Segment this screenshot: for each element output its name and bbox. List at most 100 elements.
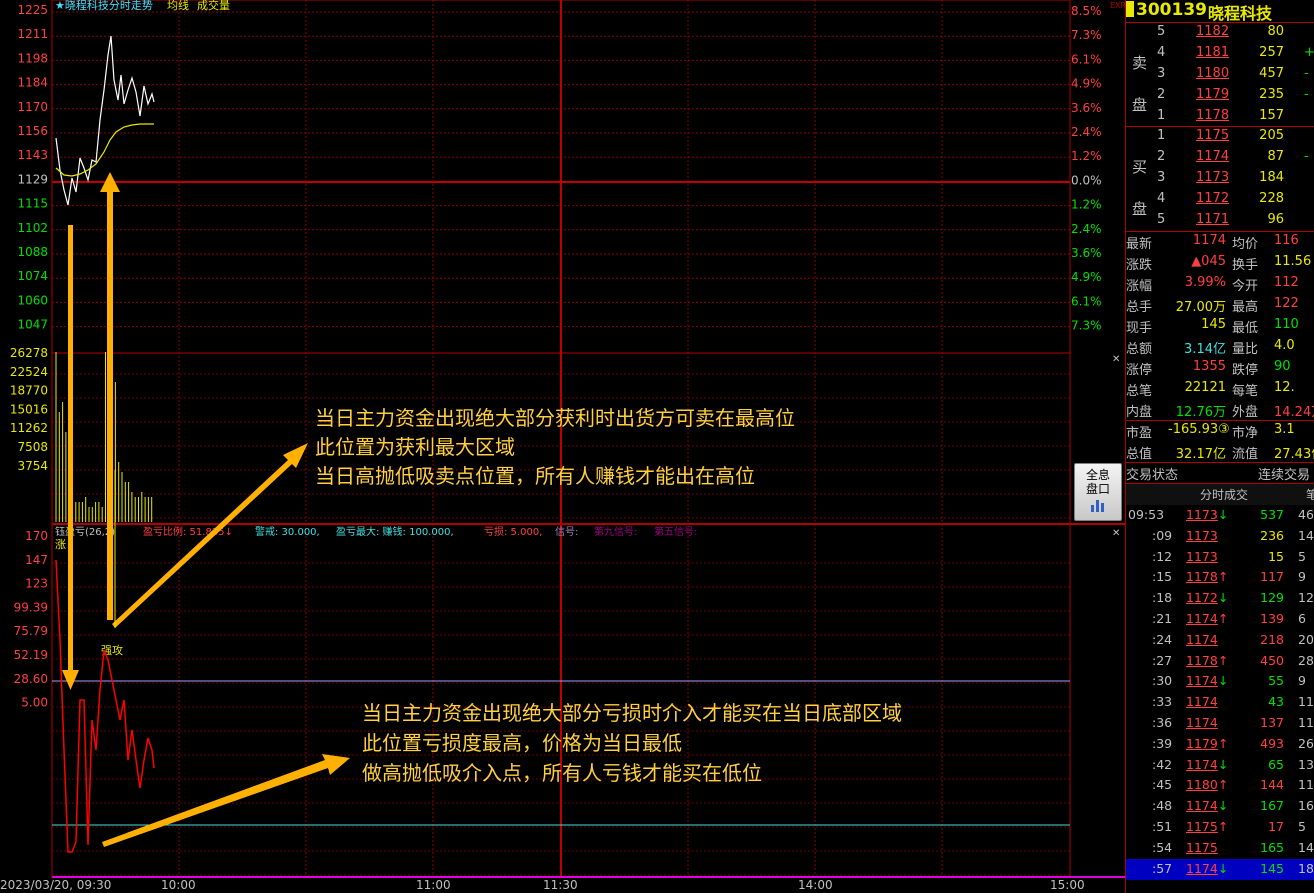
trades-col: 笔 [1306,486,1314,503]
bid-row[interactable]: 1 1175 205 [1126,126,1314,147]
trade-price: 1174 [1186,611,1218,626]
trade-row[interactable]: :15 1178 ↑ 117 9 [1126,567,1314,588]
trade-time: 09:53 [1128,507,1165,522]
trade-direction-icon: ↑ [1218,611,1229,626]
trade-row[interactable]: :18 1172 ↓ 129 12 [1126,588,1314,609]
trade-volume: 165 [1260,839,1284,855]
time-tick: 11:30 [543,878,578,892]
price-line [55,35,155,206]
bid-volume: 96 [1267,212,1284,227]
trade-count: 18 [1298,860,1314,876]
trade-row[interactable]: 09:53 1173 ↓ 537 46 [1126,505,1314,526]
arrow-down-vertical [62,225,79,690]
percent-tick: 6.1% [1071,294,1102,308]
ask-row[interactable]: 3 1180 457 - [1126,64,1314,85]
trade-volume: 129 [1260,590,1284,606]
intraday-chart[interactable]: ★晓程科技分时走势 均线 成交量 EXR 1225 1211 1198 1184 117… [0,0,1125,893]
trade-direction-icon: ↓ [1218,590,1229,606]
ask-volume: 457 [1259,66,1284,81]
trade-row[interactable]: :12 1173 15 5 [1126,547,1314,568]
quote-label: 总手 [1126,300,1153,315]
bid-price: 1173 [1196,170,1230,185]
trade-row[interactable]: :51 1175 ↑ 17 5 [1126,817,1314,838]
trade-row[interactable]: :33 1174 43 11 [1126,692,1314,713]
trade-row[interactable]: :21 1174 ↑ 139 6 [1126,609,1314,630]
trade-count: 28 [1298,652,1314,668]
trade-row[interactable]: :48 1174 ↓ 167 16 [1126,796,1314,817]
trade-time: :42 [1152,756,1173,772]
bid-volume: 184 [1259,170,1284,185]
trade-price: 1179 [1186,735,1218,751]
bid-row[interactable]: 4 1172 228 [1126,189,1314,210]
bid-volume: 205 [1259,128,1284,143]
quote-value-2: 27.43亿 [1274,447,1314,462]
trade-count: 6 [1298,611,1306,626]
quote-label-2: 市净 [1232,426,1259,441]
trade-row[interactable]: :54 1175 165 14 [1126,838,1314,859]
trade-price: 1174 [1186,715,1218,730]
quote-value: 12.76万 [1175,405,1226,420]
indicator-tick: 75.79 [14,624,48,638]
ask-price: 1181 [1196,45,1230,60]
trade-row[interactable]: :27 1178 ↑ 450 28 [1126,651,1314,672]
chart-title: ★晓程科技分时走势 [55,0,153,12]
price-tick: 1102 [17,221,48,235]
indicator-item-3: 盈亏最大: 赚钱: 100.000, [336,525,454,538]
indicator-legend: 钰盈亏(26,2) 盈亏比例: 51.835↓ 警戒: 30.000, 盈亏最大… [55,525,697,538]
trade-volume: 236 [1260,527,1284,543]
quote-label: 最新 [1126,237,1153,252]
percent-tick: 3.6% [1071,101,1102,115]
quote-value-2: 116 [1274,233,1299,248]
trade-volume: 493 [1260,735,1284,751]
trade-time: :57 [1152,860,1173,876]
ask-level: 3 [1157,66,1166,81]
trade-price: 1172 [1186,590,1218,606]
close-icon[interactable]: ✕ [1112,354,1120,365]
trade-row[interactable]: :45 1180 ↑ 144 11 [1126,775,1314,796]
price-tick: 1156 [17,124,48,138]
bid-row[interactable]: 2 1174 87 - [1126,147,1314,168]
annotation-bottom-line-3: 做高抛低吸介入点，所有人亏钱才能买在低位 [362,761,762,785]
tag-zhang: 涨 [55,538,66,551]
ask-row[interactable]: 2 1179 235 - [1126,85,1314,106]
quote-row: 涨停 1355 跌停 90 [1126,357,1314,378]
bid-row[interactable]: 3 1173 184 [1126,168,1314,189]
quote-row: 最新 1174 均价 116 [1126,231,1314,252]
trade-row[interactable]: :36 1174 137 11 [1126,713,1314,734]
bid-row[interactable]: 5 1171 96 [1126,210,1314,231]
trade-row[interactable]: :09 1173 236 14 [1126,526,1314,547]
ask-level: 2 [1157,87,1166,102]
volume-tick: 3754 [17,459,48,473]
percent-tick: 2.4% [1071,222,1102,236]
trade-row[interactable]: :42 1174 ↓ 65 13 [1126,755,1314,776]
ask-change: - [1304,66,1309,81]
trade-price: 1175 [1186,819,1218,834]
quote-label-2: 量比 [1232,342,1259,357]
trade-row[interactable]: :24 1174 218 20 [1126,630,1314,651]
price-tick: 1129 [17,172,48,186]
trades-title: 分时成交 [1200,488,1249,502]
bid-volume: 228 [1259,191,1284,206]
indicator-tick: 5.00 [21,696,48,710]
quote-label-2: 换手 [1232,258,1259,273]
trade-row[interactable]: :39 1179 ↑ 493 26 [1126,734,1314,755]
close-icon-indicator[interactable]: ✕ [1112,528,1120,539]
ask-row[interactable]: 4 1181 257 + [1126,43,1314,64]
trade-count: 46 [1298,507,1314,522]
volume-tick: 26278 [10,346,48,360]
corner-label: EXR [1110,1,1125,10]
price-tick: 1184 [17,76,48,90]
volume-axis: 26278 22524 18770 15016 11262 7508 3754 [10,346,48,473]
ask-row[interactable]: 1 1178 157 [1126,106,1314,127]
trade-time: :51 [1152,819,1173,834]
percent-tick: 1.2% [1071,198,1102,212]
trade-time: :48 [1152,798,1173,814]
ask-row[interactable]: 5 1182 80 [1126,22,1314,43]
trade-price: 1174 [1186,798,1218,814]
trade-row[interactable]: :30 1174 ↓ 55 9 [1126,671,1314,692]
trade-row[interactable]: :57 1174 ↓ 145 18 [1126,858,1314,880]
annotation-top: 当日主力资金出现绝大部分获利时出货方可卖在最高位 此位置为获利最大区域 当日高抛… [315,406,795,488]
full-orderbook-button[interactable]: 全息 盘口 [1074,463,1122,521]
annotation-bottom: 当日主力资金出现绝大部分亏损时介入才能买在当日底部区域 此位置亏损度最高，价格为… [362,701,902,785]
quote-value: 145 [1201,317,1226,332]
